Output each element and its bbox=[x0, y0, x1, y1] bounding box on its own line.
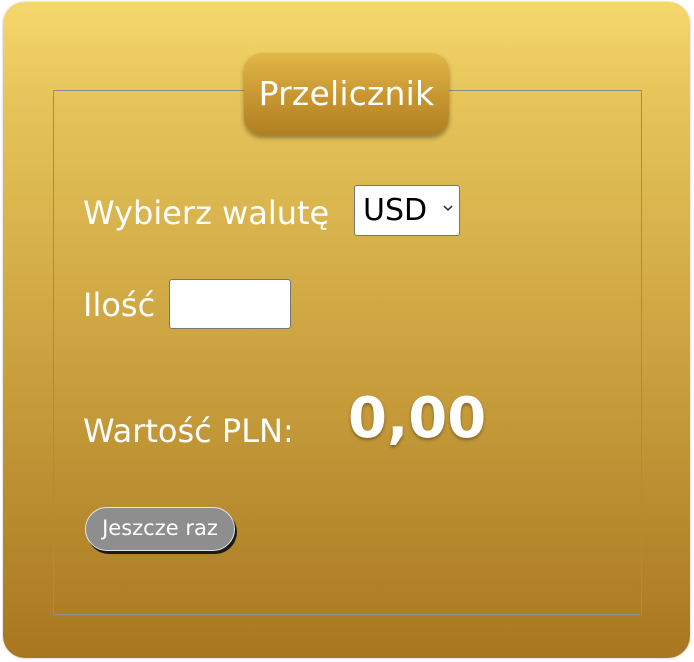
fieldset-legend: Przelicznik bbox=[244, 53, 449, 135]
currency-label: Wybierz walutę bbox=[83, 194, 330, 232]
amount-label: Ilość bbox=[83, 286, 156, 324]
chevron-down-icon bbox=[443, 205, 453, 212]
result-value: 0,00 bbox=[348, 386, 487, 451]
result-label: Wartość PLN: bbox=[83, 412, 294, 450]
converter-card: Przelicznik Wybierz walutę USD Ilość War… bbox=[3, 2, 690, 658]
amount-input[interactable] bbox=[169, 279, 291, 329]
reset-button[interactable]: Jeszcze raz bbox=[85, 507, 235, 551]
currency-select[interactable]: USD bbox=[354, 185, 460, 236]
currency-select-value: USD bbox=[363, 193, 428, 228]
